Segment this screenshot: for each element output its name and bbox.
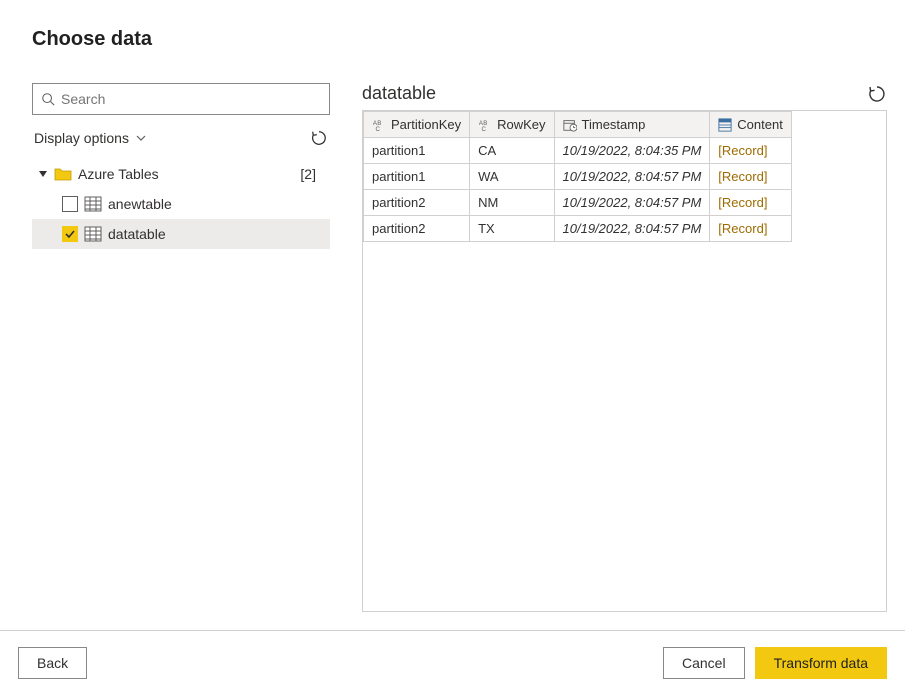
footer: Back Cancel Transform data [0, 630, 905, 695]
tree-root-azure-tables[interactable]: Azure Tables [2] [32, 159, 330, 189]
checkbox-checked[interactable] [62, 226, 78, 242]
search-icon [41, 92, 55, 106]
search-input[interactable] [61, 91, 321, 107]
tree-item-label: datatable [108, 226, 166, 242]
preview-title: datatable [362, 83, 436, 104]
preview-pane: datatable ABC PartitionKey [348, 69, 905, 630]
table-row[interactable]: partition2 TX 10/19/2022, 8:04:57 PM [Re… [364, 216, 792, 242]
tree: Azure Tables [2] anewtable datatable [32, 159, 330, 249]
refresh-nav-button[interactable] [310, 129, 328, 147]
cell-content-record[interactable]: [Record] [710, 164, 792, 190]
table-row[interactable]: partition1 WA 10/19/2022, 8:04:57 PM [Re… [364, 164, 792, 190]
column-header-content[interactable]: Content [710, 112, 792, 138]
cell-content-record[interactable]: [Record] [710, 138, 792, 164]
cell-partition: partition1 [364, 164, 470, 190]
caret-down-icon [38, 169, 48, 179]
tree-item-anewtable[interactable]: anewtable [32, 189, 330, 219]
tree-root-count: [2] [300, 166, 330, 182]
column-header-partitionkey[interactable]: ABC PartitionKey [364, 112, 470, 138]
search-box[interactable] [32, 83, 330, 115]
display-options-dropdown[interactable]: Display options [34, 130, 147, 146]
refresh-icon [310, 129, 328, 147]
chevron-down-icon [135, 132, 147, 144]
cell-row: WA [470, 164, 554, 190]
tree-item-datatable[interactable]: datatable [32, 219, 330, 249]
column-header-timestamp[interactable]: Timestamp [554, 112, 710, 138]
record-type-icon [718, 118, 732, 132]
table-icon [84, 226, 102, 242]
display-options-label: Display options [34, 130, 129, 146]
cell-timestamp: 10/19/2022, 8:04:57 PM [554, 190, 710, 216]
cell-timestamp: 10/19/2022, 8:04:57 PM [554, 164, 710, 190]
cell-content-record[interactable]: [Record] [710, 216, 792, 242]
cell-timestamp: 10/19/2022, 8:04:57 PM [554, 216, 710, 242]
table-row[interactable]: partition1 CA 10/19/2022, 8:04:35 PM [Re… [364, 138, 792, 164]
page-title: Choose data [32, 28, 873, 51]
text-type-icon: ABC [478, 118, 492, 132]
refresh-preview-button[interactable] [867, 84, 887, 104]
cancel-button[interactable]: Cancel [663, 647, 745, 679]
column-header-rowkey[interactable]: ABC RowKey [470, 112, 554, 138]
cell-row: CA [470, 138, 554, 164]
svg-text:C: C [376, 126, 381, 132]
back-button[interactable]: Back [18, 647, 87, 679]
svg-text:C: C [482, 126, 487, 132]
cell-row: NM [470, 190, 554, 216]
refresh-icon [867, 84, 887, 104]
text-type-icon: ABC [372, 118, 386, 132]
table-row[interactable]: partition2 NM 10/19/2022, 8:04:57 PM [Re… [364, 190, 792, 216]
cell-partition: partition2 [364, 190, 470, 216]
cell-partition: partition1 [364, 138, 470, 164]
tree-item-label: anewtable [108, 196, 172, 212]
cell-content-record[interactable]: [Record] [710, 190, 792, 216]
transform-data-button[interactable]: Transform data [755, 647, 887, 679]
tree-root-label: Azure Tables [78, 166, 159, 182]
table-icon [84, 196, 102, 212]
cell-row: TX [470, 216, 554, 242]
cell-partition: partition2 [364, 216, 470, 242]
navigator-pane: Display options Azure Tables [2] [0, 69, 348, 630]
datetime-type-icon [563, 118, 577, 132]
folder-icon [54, 166, 72, 182]
cell-timestamp: 10/19/2022, 8:04:35 PM [554, 138, 710, 164]
preview-table: ABC PartitionKey ABC RowKey [363, 111, 792, 242]
checkbox-unchecked[interactable] [62, 196, 78, 212]
